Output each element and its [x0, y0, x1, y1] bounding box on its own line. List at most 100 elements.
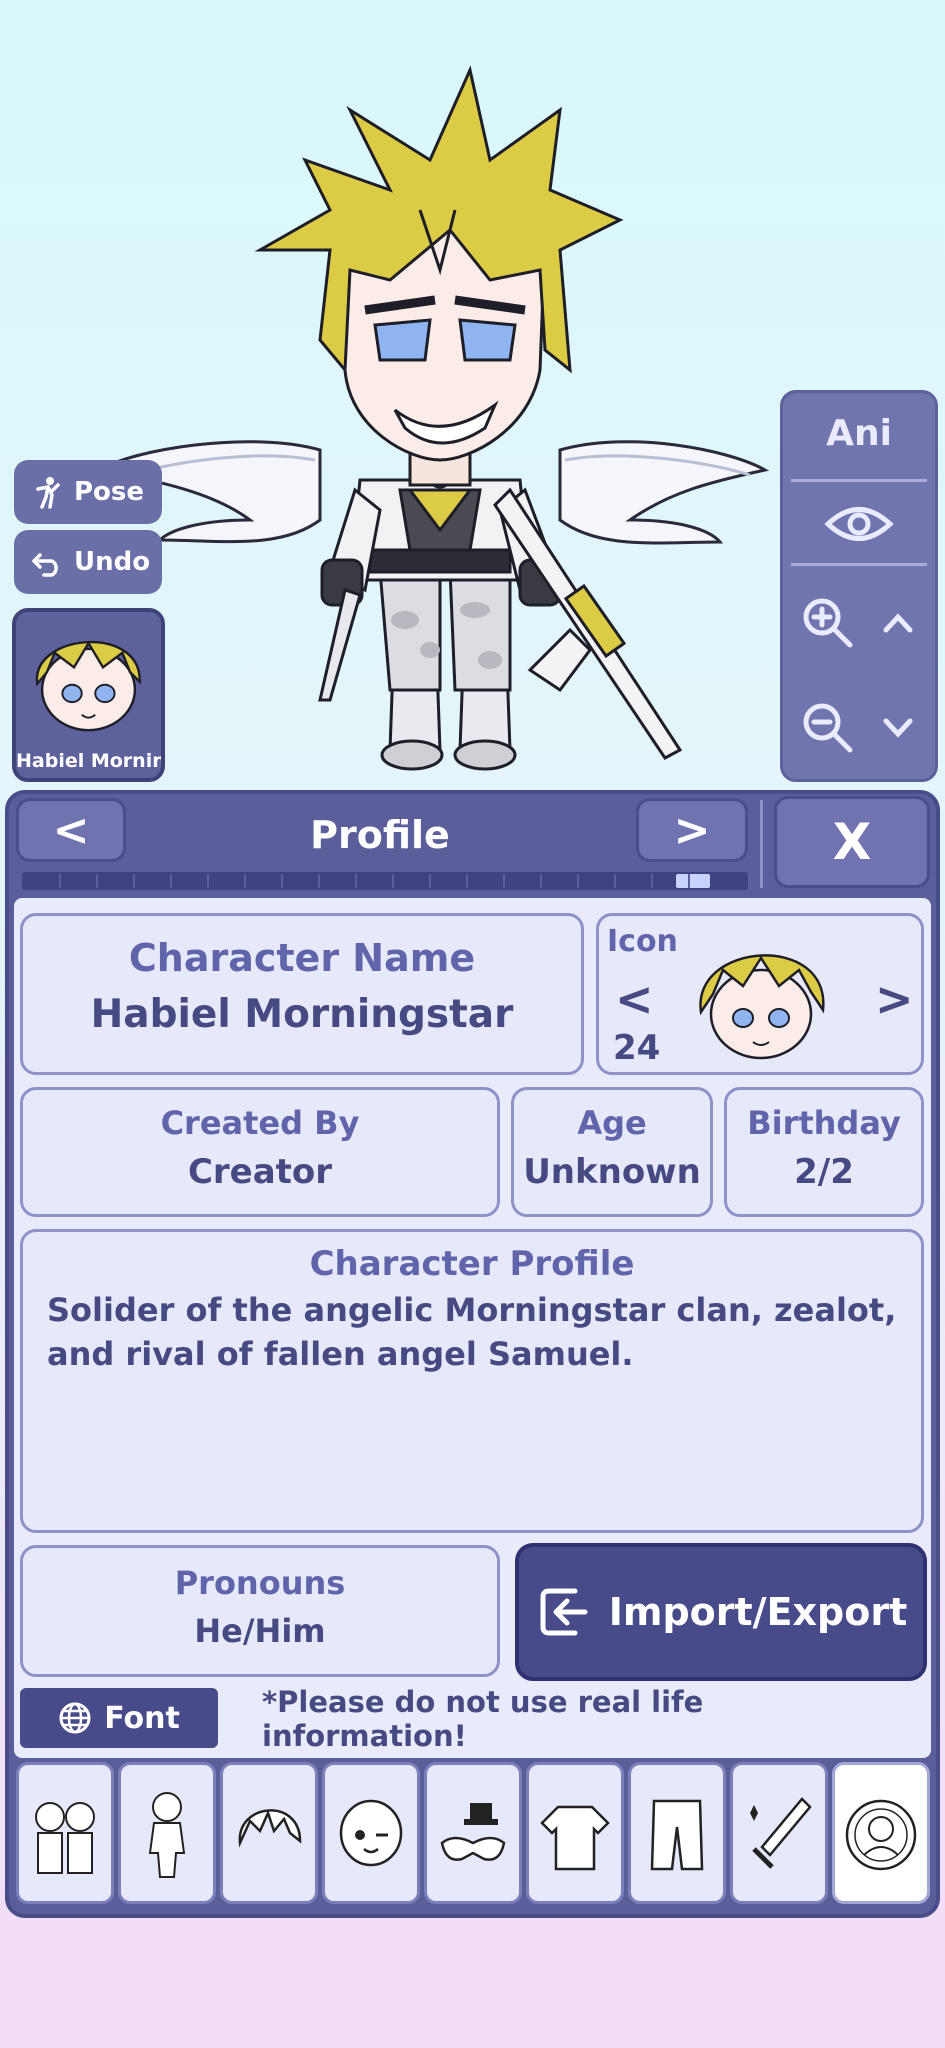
tops-tab[interactable]	[526, 1762, 624, 1904]
font-button[interactable]: Font	[20, 1688, 218, 1748]
progress-tick	[59, 874, 61, 888]
zoom-in-icon	[803, 598, 853, 648]
eye-icon	[824, 507, 894, 541]
character-name-field[interactable]: Character Name Habiel Morningstar	[20, 913, 584, 1075]
pose-button[interactable]: Pose	[14, 460, 162, 524]
page-progress-fill	[676, 874, 710, 888]
page-progress-track	[22, 872, 748, 890]
pants-icon	[650, 1799, 704, 1871]
zoom-in-button[interactable]	[793, 578, 863, 668]
progress-tick	[503, 874, 505, 888]
progress-tick	[318, 874, 320, 888]
progress-tick	[281, 874, 283, 888]
pronouns-label: Pronouns	[174, 1564, 346, 1602]
close-button[interactable]: X	[774, 796, 930, 888]
character-avatar-tile[interactable]: Habiel Mornin	[12, 608, 165, 782]
pronouns-value: He/Him	[194, 1612, 326, 1650]
next-page-button[interactable]: >	[636, 798, 748, 862]
character-preview[interactable]	[90, 50, 790, 790]
presets-tab[interactable]	[16, 1762, 114, 1904]
body-tab[interactable]	[118, 1762, 216, 1904]
character-profile-text: Solider of the angelic Morningstar clan,…	[47, 1291, 897, 1373]
divider	[791, 563, 927, 566]
prev-page-button[interactable]: <	[16, 798, 126, 862]
prev-label: <	[52, 804, 90, 856]
progress-tick	[651, 874, 653, 888]
birthday-label: Birthday	[747, 1104, 901, 1142]
undo-label: Undo	[74, 547, 151, 577]
sword-icon	[750, 1797, 812, 1869]
created-by-label: Created By	[160, 1104, 360, 1142]
next-label: >	[673, 804, 711, 856]
privacy-notice: *Please do not use real life information…	[262, 1685, 704, 1753]
page-title: Profile	[310, 813, 450, 857]
icon-selector: Icon < 24 >	[596, 913, 924, 1075]
props-tab[interactable]	[730, 1762, 828, 1904]
profile-tab[interactable]	[832, 1762, 930, 1904]
hair-icon	[238, 1809, 302, 1848]
progress-tick	[207, 874, 209, 888]
progress-tick	[577, 874, 579, 888]
globe-icon	[59, 1702, 91, 1734]
birthday-field[interactable]: Birthday 2/2	[724, 1087, 924, 1217]
character-profile-field[interactable]: Character Profile Solider of the angelic…	[20, 1229, 924, 1533]
category-tab-bar	[10, 1762, 935, 1914]
progress-tick	[170, 874, 172, 888]
zoom-out-icon	[803, 703, 853, 753]
font-label: Font	[104, 1700, 180, 1736]
icon-prev-button[interactable]: <	[615, 972, 654, 1026]
bottoms-tab[interactable]	[628, 1762, 726, 1904]
progress-tick	[429, 874, 431, 888]
chevron-down-icon	[883, 718, 913, 738]
divider	[791, 479, 927, 482]
pronouns-field[interactable]: Pronouns He/Him	[20, 1545, 500, 1677]
undo-icon	[32, 553, 58, 577]
character-name-label: Character Name	[128, 936, 476, 980]
close-label: X	[832, 813, 872, 871]
progress-tick	[244, 874, 246, 888]
progress-tick	[540, 874, 542, 888]
eye-button[interactable]	[783, 489, 935, 559]
created-by-value: Creator	[187, 1152, 333, 1192]
face-icon	[339, 1799, 403, 1867]
avatar	[36, 640, 141, 732]
icon-number: 24	[613, 1028, 661, 1068]
progress-tick	[133, 874, 135, 888]
icon-next-button[interactable]: >	[875, 972, 914, 1026]
import-export-button[interactable]: Import/Export	[515, 1543, 927, 1681]
pose-label: Pose	[74, 477, 145, 507]
age-value: Unknown	[523, 1152, 701, 1192]
created-by-field[interactable]: Created By Creator	[20, 1087, 500, 1217]
shirt-icon	[540, 1805, 610, 1871]
progress-tick	[688, 874, 690, 888]
hair-tab[interactable]	[220, 1762, 318, 1904]
import-export-label: Import/Export	[608, 1590, 908, 1634]
zoom-out-button[interactable]	[793, 683, 863, 773]
birthday-value: 2/2	[794, 1152, 854, 1192]
pose-icon	[36, 477, 60, 509]
scroll-down-button[interactable]	[863, 683, 933, 773]
progress-tick	[614, 874, 616, 888]
animation-panel: Ani	[780, 390, 938, 782]
import-icon	[540, 1588, 588, 1636]
ani-button[interactable]: Ani	[783, 413, 935, 454]
icon-preview	[699, 954, 825, 1060]
face-tab[interactable]	[322, 1762, 420, 1904]
age-label: Age	[577, 1104, 647, 1142]
age-field[interactable]: Age Unknown	[511, 1087, 713, 1217]
character-name-value: Habiel Morningstar	[90, 992, 514, 1037]
progress-tick	[466, 874, 468, 888]
mask-icon	[440, 1803, 506, 1861]
divider	[760, 800, 763, 888]
undo-button[interactable]: Undo	[14, 530, 162, 594]
profile-icon	[845, 1799, 917, 1871]
progress-tick	[96, 874, 98, 888]
scroll-up-button[interactable]	[863, 578, 933, 668]
progress-tick	[355, 874, 357, 888]
accessories-tab[interactable]	[424, 1762, 522, 1904]
presets-icon	[35, 1802, 95, 1874]
progress-tick	[392, 874, 394, 888]
chevron-up-icon	[883, 613, 913, 633]
body-icon	[148, 1792, 186, 1878]
avatar-name: Habiel Mornin	[16, 750, 161, 772]
